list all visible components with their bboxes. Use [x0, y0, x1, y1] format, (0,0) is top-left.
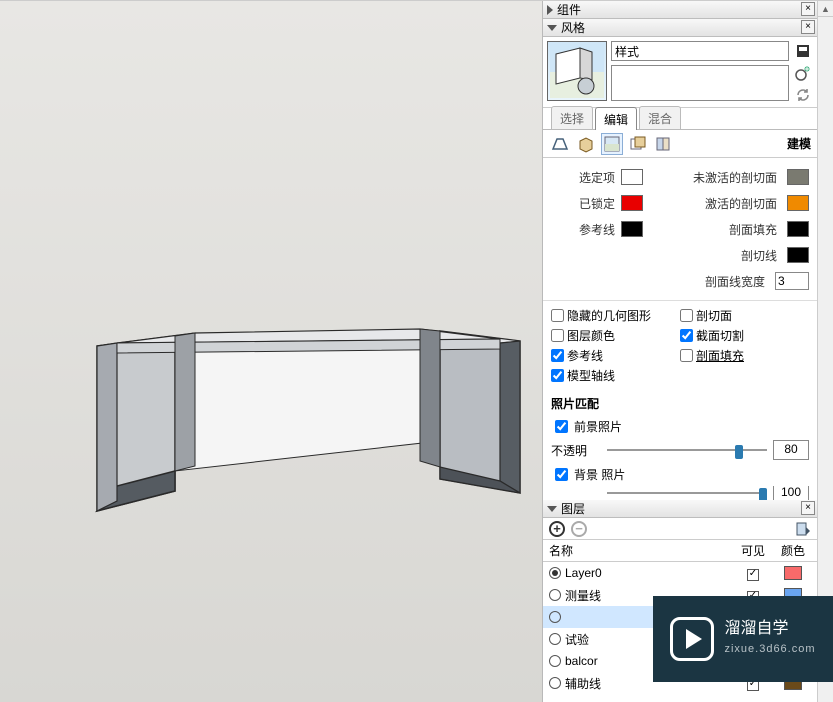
- style-tabs: 选择 编辑 混合: [543, 108, 817, 130]
- model-render: [0, 1, 542, 702]
- label-section-line: 剖切线: [649, 247, 781, 264]
- col-visible[interactable]: 可见: [731, 542, 775, 559]
- modeling-settings-icon[interactable]: [653, 133, 675, 155]
- display-options-grid: 隐藏的几何图形 剖切面 图层颜色 截面切割 参考线 剖面填充 模型轴线: [543, 301, 817, 391]
- create-style-icon[interactable]: [795, 65, 811, 81]
- style-thumbnail[interactable]: [547, 41, 607, 101]
- label-inactive-section: 未激活的剖切面: [649, 169, 781, 186]
- chk-section-fill[interactable]: 剖面填充: [680, 347, 809, 364]
- label-selected: 选定项: [551, 169, 615, 186]
- panel-title: 图层: [561, 500, 585, 517]
- chk-foreground-photo[interactable]: 前景照片: [551, 417, 622, 436]
- col-name[interactable]: 名称: [549, 542, 731, 559]
- watermark-url: zixue.3d66.com: [724, 639, 815, 659]
- label-section-fill: 剖面填充: [649, 221, 781, 238]
- remove-layer-button[interactable]: −: [571, 521, 587, 537]
- collapse-icon: [547, 506, 557, 512]
- style-description-input[interactable]: [611, 65, 789, 101]
- col-color[interactable]: 颜色: [775, 542, 811, 559]
- section-width-input[interactable]: [775, 272, 809, 290]
- chk-guides[interactable]: 参考线: [551, 347, 680, 364]
- swatch-active-section[interactable]: [787, 195, 809, 211]
- label-locked: 已锁定: [551, 195, 615, 212]
- panel-title: 组件: [557, 1, 581, 18]
- layers-toolbar: + −: [543, 518, 817, 540]
- swatch-guide[interactable]: [621, 221, 643, 237]
- background-opacity-value[interactable]: 100: [773, 486, 809, 500]
- watermark-settings-icon[interactable]: [627, 133, 649, 155]
- tab-edit[interactable]: 编辑: [595, 107, 637, 130]
- style-name-input[interactable]: [611, 41, 789, 61]
- chk-model-axes[interactable]: 模型轴线: [551, 367, 680, 384]
- layers-panel-body: + − 名称 可见 颜色 Layer0 测量线试验 balcor 辅助线 溜溜自学 z…: [543, 518, 817, 702]
- viewport-3d[interactable]: [0, 1, 542, 702]
- tab-mix[interactable]: 混合: [639, 106, 681, 129]
- tray-sidebar: 组件 × 风格 ×: [542, 1, 817, 702]
- opacity-label: 不透明: [551, 442, 601, 459]
- collapse-icon: [547, 25, 557, 31]
- chk-hidden-geom[interactable]: 隐藏的几何图形: [551, 307, 680, 324]
- panel-title: 风格: [561, 19, 585, 36]
- styles-panel-body: 选择 编辑 混合 建模 选定项 未激活的剖切面: [543, 37, 817, 500]
- watermark-overlay: 溜溜自学 zixue.3d66.com: [653, 596, 817, 682]
- chk-background-photo[interactable]: 背景 照片: [551, 465, 625, 484]
- panel-header-layers[interactable]: 图层 ×: [543, 500, 817, 518]
- foreground-opacity-value[interactable]: 80: [773, 440, 809, 460]
- app-root: 组件 × 风格 ×: [0, 0, 833, 702]
- edge-settings-icon[interactable]: [549, 133, 571, 155]
- modeling-label: 建模: [787, 135, 811, 152]
- chk-section-planes[interactable]: 剖切面: [680, 307, 809, 324]
- layer-name: Layer0: [565, 566, 602, 580]
- update-style-icon[interactable]: [795, 43, 811, 59]
- photo-match-section: 前景照片 不透明 80 背景 照片 100: [543, 414, 817, 500]
- layer-row[interactable]: Layer0: [543, 562, 817, 584]
- layer-active-radio[interactable]: [549, 677, 561, 689]
- close-icon[interactable]: ×: [801, 2, 815, 16]
- label-active-section: 激活的剖切面: [649, 195, 781, 212]
- color-settings-grid: 选定项 未激活的剖切面 已锁定 激活的剖切面 参考线 剖面填充: [543, 158, 817, 301]
- close-icon[interactable]: ×: [801, 20, 815, 34]
- chk-section-cut[interactable]: 截面切割: [680, 327, 809, 344]
- swatch-inactive-section[interactable]: [787, 169, 809, 185]
- layer-name: 试验: [565, 631, 589, 648]
- face-settings-icon[interactable]: [575, 133, 597, 155]
- layer-active-radio[interactable]: [549, 611, 561, 623]
- photo-match-title: 照片匹配: [543, 391, 817, 414]
- scroll-up-icon[interactable]: ▲: [818, 1, 833, 17]
- panel-header-styles[interactable]: 风格 ×: [543, 19, 817, 37]
- layer-name: 测量线: [565, 587, 601, 604]
- layer-column-headers: 名称 可见 颜色: [543, 540, 817, 562]
- label-guide: 参考线: [551, 221, 615, 238]
- style-tool-column: [793, 41, 813, 103]
- watermark-text: 溜溜自学: [724, 619, 815, 639]
- layer-color-swatch[interactable]: [784, 566, 802, 580]
- layer-name: balcor: [565, 654, 598, 668]
- layer-active-radio[interactable]: [549, 655, 561, 667]
- chk-layer-color[interactable]: 图层颜色: [551, 327, 680, 344]
- label-section-width: 剖面线宽度: [649, 273, 769, 290]
- background-settings-icon[interactable]: [601, 133, 623, 155]
- layer-name: 辅助线: [565, 675, 601, 692]
- add-layer-button[interactable]: +: [549, 521, 565, 537]
- tab-select[interactable]: 选择: [551, 106, 593, 129]
- play-icon: [670, 617, 714, 661]
- swatch-locked[interactable]: [621, 195, 643, 211]
- foreground-opacity-slider[interactable]: [607, 443, 767, 457]
- panel-header-components[interactable]: 组件 ×: [543, 1, 817, 19]
- edit-category-row: 建模: [543, 130, 817, 158]
- layer-active-radio[interactable]: [549, 567, 561, 579]
- layer-active-radio[interactable]: [549, 589, 561, 601]
- refresh-icon[interactable]: [795, 87, 811, 103]
- close-icon[interactable]: ×: [801, 501, 815, 515]
- layer-active-radio[interactable]: [549, 633, 561, 645]
- layer-options-icon[interactable]: [795, 521, 811, 537]
- style-identity-row: [543, 37, 817, 108]
- layer-visible-checkbox[interactable]: [747, 569, 759, 581]
- swatch-selected[interactable]: [621, 169, 643, 185]
- swatch-section-fill[interactable]: [787, 221, 809, 237]
- expand-icon: [547, 5, 553, 15]
- background-opacity-slider[interactable]: [607, 486, 767, 500]
- swatch-section-line[interactable]: [787, 247, 809, 263]
